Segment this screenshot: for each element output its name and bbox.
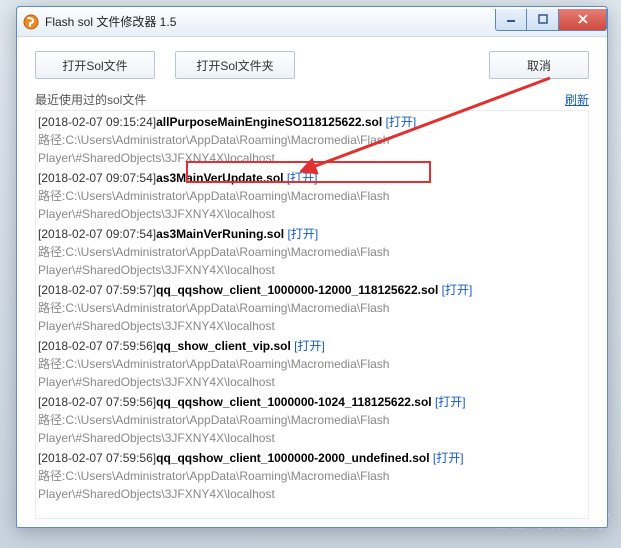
entry-filename: as3MainVerRuning.sol: [156, 227, 284, 241]
open-link[interactable]: [打开]: [442, 283, 473, 297]
entry-timestamp: [2018-02-07 07:59:56]: [38, 451, 156, 465]
minimize-button[interactable]: [495, 9, 527, 31]
recent-entry: [2018-02-07 09:07:54]as3MainVerUpdate.so…: [38, 169, 586, 223]
entry-path: 路径:C:\Users\Administrator\AppData\Roamin…: [38, 243, 586, 279]
recent-label: 最近使用过的sol文件: [35, 91, 146, 108]
recent-entry: [2018-02-07 09:15:24]allPurposeMainEngin…: [38, 113, 586, 167]
entry-filename: qq_qqshow_client_1000000-12000_118125622…: [156, 283, 438, 297]
entry-path: 路径:C:\Users\Administrator\AppData\Roamin…: [38, 187, 586, 223]
entry-filename: allPurposeMainEngineSO118125622.sol: [156, 115, 382, 129]
entry-path: 路径:C:\Users\Administrator\AppData\Roamin…: [38, 131, 586, 167]
entry-path: 路径:C:\Users\Administrator\AppData\Roamin…: [38, 467, 586, 503]
entry-path: 路径:C:\Users\Administrator\AppData\Roamin…: [38, 355, 586, 391]
cancel-button[interactable]: 取消: [489, 51, 589, 79]
entry-path: 路径:C:\Users\Administrator\AppData\Roamin…: [38, 411, 586, 447]
open-link[interactable]: [打开]: [294, 339, 325, 353]
entry-timestamp: [2018-02-07 07:59:56]: [38, 395, 156, 409]
recent-entry: [2018-02-07 07:59:57]qq_qqshow_client_10…: [38, 281, 586, 335]
recent-entry: [2018-02-07 07:59:56]qq_qqshow_client_10…: [38, 393, 586, 447]
entry-timestamp: [2018-02-07 09:15:24]: [38, 115, 156, 129]
open-sol-file-button[interactable]: 打开Sol文件: [35, 51, 155, 79]
entry-timestamp: [2018-02-07 09:07:54]: [38, 227, 156, 241]
recent-entry: [2018-02-07 07:59:56]qq_show_client_vip.…: [38, 337, 586, 391]
app-window: Flash sol 文件修改器 1.5 打开Sol文件 打开Sol文件夹 取消 …: [16, 6, 608, 528]
entry-filename: qq_qqshow_client_1000000-1024_118125622.…: [156, 395, 432, 409]
recent-header: 最近使用过的sol文件 刷新: [35, 91, 589, 108]
open-link[interactable]: [打开]: [433, 451, 464, 465]
window-controls: [495, 9, 607, 31]
recent-entry: [2018-02-07 09:07:54]as3MainVerRuning.so…: [38, 225, 586, 279]
open-link[interactable]: [打开]: [288, 227, 319, 241]
toolbar: 打开Sol文件 打开Sol文件夹 取消: [35, 51, 589, 79]
recent-entry: [2018-02-07 07:59:56]qq_qqshow_client_10…: [38, 449, 586, 503]
entry-filename: as3MainVerUpdate.sol: [156, 171, 283, 185]
recent-list: [2018-02-07 09:15:24]allPurposeMainEngin…: [35, 110, 589, 519]
open-link[interactable]: [打开]: [287, 171, 318, 185]
entry-timestamp: [2018-02-07 09:07:54]: [38, 171, 156, 185]
app-icon: [23, 14, 39, 30]
window-title: Flash sol 文件修改器 1.5: [45, 13, 495, 30]
entry-path: 路径:C:\Users\Administrator\AppData\Roamin…: [38, 299, 586, 335]
maximize-button[interactable]: [527, 9, 559, 31]
entry-timestamp: [2018-02-07 07:59:57]: [38, 283, 156, 297]
titlebar[interactable]: Flash sol 文件修改器 1.5: [17, 7, 607, 37]
open-link[interactable]: [打开]: [435, 395, 466, 409]
refresh-link[interactable]: 刷新: [565, 91, 589, 108]
entry-timestamp: [2018-02-07 07:59:56]: [38, 339, 156, 353]
open-sol-folder-button[interactable]: 打开Sol文件夹: [175, 51, 295, 79]
content-area: 打开Sol文件 打开Sol文件夹 取消 最近使用过的sol文件 刷新 [2018…: [17, 37, 607, 527]
entry-filename: qq_show_client_vip.sol: [156, 339, 291, 353]
entry-filename: qq_qqshow_client_1000000-2000_undefined.…: [156, 451, 429, 465]
close-button[interactable]: [559, 9, 607, 31]
open-link[interactable]: [打开]: [386, 115, 417, 129]
